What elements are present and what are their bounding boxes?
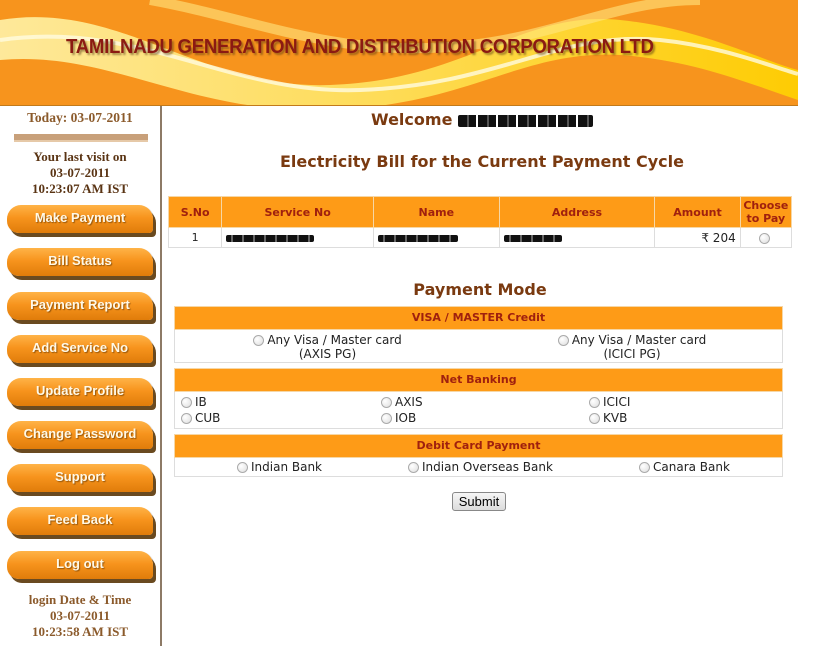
iob-radio[interactable] — [381, 413, 392, 424]
option-axis[interactable]: AXIS — [381, 395, 423, 409]
cell-choose — [739, 227, 793, 248]
cell-sno: 1 — [167, 227, 223, 248]
icici-pg-label: Any Visa / Master card — [571, 333, 707, 347]
payment-mode-title: Payment Mode — [413, 280, 547, 299]
nav-make-payment[interactable]: Make Payment — [7, 205, 153, 233]
axis-pg-radio[interactable] — [253, 335, 265, 346]
today-date: Today: 03-07-2011 — [27, 110, 133, 125]
col-choose-to-pay: Choose to Pay — [739, 196, 793, 228]
nav-update-profile[interactable]: Update Profile — [7, 378, 153, 406]
site-title: TAMILNADU GENERATION AND DISTRIBUTION CO… — [66, 36, 654, 58]
login-time: 10:23:58 AM IST — [31, 624, 129, 639]
ib-label: IB — [195, 395, 207, 409]
last-visit-date: 03-07-2011 — [50, 165, 110, 180]
bill-table: S.No Service No Name Address Amount Choo… — [167, 196, 793, 248]
redacted-name — [377, 234, 458, 242]
bill-table-header: S.No Service No Name Address Amount Choo… — [167, 196, 793, 228]
option-icici[interactable]: ICICI — [589, 395, 630, 409]
cub-radio[interactable] — [181, 413, 192, 424]
net-banking-heading: Net Banking — [174, 368, 783, 392]
indian-overseas-bank-radio[interactable] — [408, 462, 419, 473]
cub-label: CUB — [195, 411, 221, 425]
cell-address — [498, 227, 656, 248]
credit-card-section: VISA / MASTER Credit Any Visa / Master c… — [174, 306, 783, 363]
header-banner: TAMILNADU GENERATION AND DISTRIBUTION CO… — [0, 0, 798, 106]
iob-label: IOB — [395, 411, 417, 425]
option-indian-overseas-bank[interactable]: Indian Overseas Bank — [408, 460, 553, 474]
icici-pg-sublabel: (ICICI PG) — [603, 347, 661, 361]
canara-bank-radio[interactable] — [639, 462, 650, 473]
sidebar: Today: 03-07-2011 Your last visit on 03-… — [0, 106, 162, 646]
option-iob[interactable]: IOB — [381, 411, 416, 425]
nav-log-out[interactable]: Log out — [7, 551, 153, 579]
col-amount: Amount — [654, 196, 741, 228]
axis-pg-sublabel: (AXIS PG) — [298, 347, 357, 361]
choose-to-pay-radio[interactable] — [758, 232, 770, 244]
col-address: Address — [498, 196, 656, 228]
option-canara-bank[interactable]: Canara Bank — [639, 460, 730, 474]
icici-label: ICICI — [603, 395, 631, 409]
nav-change-password[interactable]: Change Password — [7, 421, 153, 449]
option-ib[interactable]: IB — [181, 395, 207, 409]
redacted-user-name — [458, 114, 593, 127]
redacted-service-no — [226, 234, 315, 242]
nav-feed-back[interactable]: Feed Back — [7, 507, 153, 535]
last-visit-info: Your last visit on 03-07-2011 10:23:07 A… — [0, 149, 160, 197]
kvb-label: KVB — [603, 411, 628, 425]
submit-button[interactable]: Submit — [452, 492, 506, 511]
debit-card-section: Debit Card Payment Indian Bank Indian Ov… — [174, 434, 783, 477]
nav-bill-status[interactable]: Bill Status — [7, 248, 153, 276]
login-info: login Date & Time 03-07-2011 10:23:58 AM… — [0, 592, 160, 640]
kvb-radio[interactable] — [589, 413, 600, 424]
main-content: Welcome Electricity Bill for the Current… — [162, 106, 817, 646]
option-kvb[interactable]: KVB — [589, 411, 627, 425]
sidebar-divider — [14, 134, 148, 142]
indian-bank-label: Indian Bank — [251, 460, 323, 474]
indian-overseas-bank-label: Indian Overseas Bank — [422, 460, 553, 474]
login-date: 03-07-2011 — [50, 608, 110, 623]
table-row: 1 ₹ 204 — [167, 227, 793, 248]
welcome-label: Welcome — [371, 110, 453, 129]
icici-radio[interactable] — [589, 397, 600, 408]
option-cub[interactable]: CUB — [181, 411, 220, 425]
ib-radio[interactable] — [181, 397, 192, 408]
option-indian-bank[interactable]: Indian Bank — [237, 460, 322, 474]
icici-pg-radio[interactable] — [557, 335, 569, 346]
redacted-address — [503, 234, 562, 242]
last-visit-label: Your last visit on — [33, 149, 127, 164]
debit-heading: Debit Card Payment — [174, 434, 783, 458]
axis-radio[interactable] — [381, 397, 392, 408]
credit-heading: VISA / MASTER Credit — [174, 306, 783, 330]
login-label: login Date & Time — [28, 592, 132, 607]
axis-label: AXIS — [395, 395, 423, 409]
nav-support[interactable]: Support — [7, 464, 153, 492]
indian-bank-radio[interactable] — [237, 462, 248, 473]
option-axis-pg[interactable]: Any Visa / Master card (AXIS PG) — [175, 333, 480, 361]
canara-bank-label: Canara Bank — [653, 460, 730, 474]
last-visit-time: 10:23:07 AM IST — [31, 181, 129, 196]
col-name: Name — [372, 196, 500, 228]
nav-payment-report[interactable]: Payment Report — [7, 292, 153, 320]
col-service-no: Service No — [221, 196, 374, 228]
nav-add-service-no[interactable]: Add Service No — [7, 335, 153, 363]
option-icici-pg[interactable]: Any Visa / Master card (ICICI PG) — [480, 333, 784, 361]
welcome-message: Welcome — [162, 110, 802, 129]
cell-amount: ₹ 204 — [654, 227, 741, 248]
cell-service-no — [221, 227, 374, 248]
bill-title: Electricity Bill for the Current Payment… — [279, 152, 684, 171]
cell-name — [372, 227, 500, 248]
net-banking-section: Net Banking IB AXIS ICICI CUB IOB KVB — [174, 368, 783, 429]
axis-pg-label: Any Visa / Master card — [267, 333, 402, 347]
col-sno: S.No — [167, 196, 223, 228]
